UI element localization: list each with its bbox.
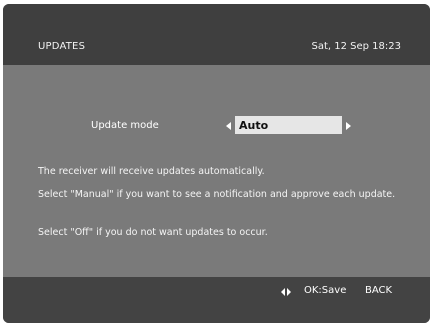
update-mode-label: Update mode xyxy=(91,120,159,131)
update-mode-selector[interactable]: Auto xyxy=(235,116,342,134)
update-mode-value: Auto xyxy=(239,119,269,132)
header-bar: UPDATES Sat, 12 Sep 18:23 xyxy=(3,4,430,65)
back-button[interactable]: BACK xyxy=(365,285,392,296)
description-manual: Select "Manual" if you want to see a not… xyxy=(38,189,396,200)
left-right-arrows-icon xyxy=(281,288,293,296)
description-auto: The receiver will receive updates automa… xyxy=(38,166,265,177)
datetime-display: Sat, 12 Sep 18:23 xyxy=(311,41,401,52)
ok-save-button[interactable]: OK:Save xyxy=(304,285,346,296)
footer-bar: OK:Save BACK xyxy=(3,277,430,323)
arrow-left-icon[interactable] xyxy=(226,122,231,130)
page-title: UPDATES xyxy=(38,41,86,52)
updates-screen: UPDATES Sat, 12 Sep 18:23 Update mode Au… xyxy=(3,4,430,323)
arrow-right-icon[interactable] xyxy=(346,122,351,130)
content-panel: Update mode Auto The receiver will recei… xyxy=(3,65,430,277)
description-off: Select "Off" if you do not want updates … xyxy=(38,227,268,238)
